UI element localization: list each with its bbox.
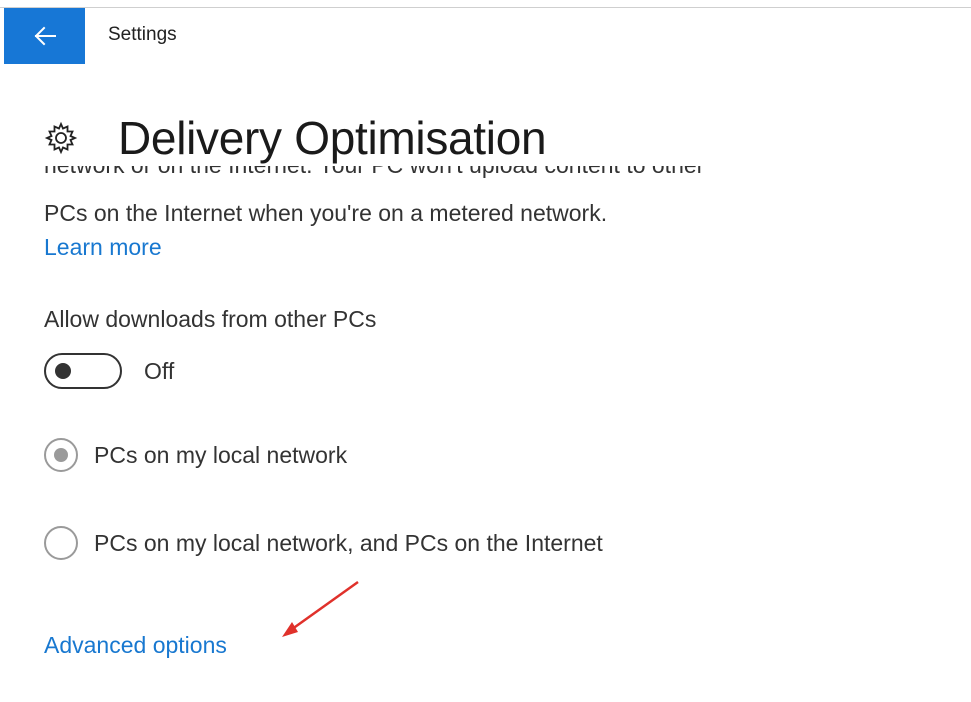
radio-button-selected[interactable] — [44, 438, 78, 472]
title-bar: Settings — [0, 8, 971, 64]
gear-icon — [44, 121, 78, 155]
cut-off-description-line: network or on the Internet. Your PC won'… — [44, 166, 704, 179]
toggle-state-label: Off — [144, 357, 175, 384]
page-title: Delivery Optimisation — [118, 112, 547, 164]
back-arrow-icon — [34, 26, 56, 46]
allow-downloads-toggle[interactable] — [44, 353, 122, 389]
allow-downloads-toggle-row: Off — [44, 353, 174, 389]
page-header: Delivery Optimisation — [44, 110, 547, 166]
app-title: Settings — [108, 24, 177, 45]
advanced-options-link[interactable]: Advanced options — [44, 632, 227, 659]
description-text: PCs on the Internet when you're on a met… — [44, 200, 608, 226]
annotation-arrow-icon — [282, 580, 359, 637]
learn-more-link[interactable]: Learn more — [44, 234, 162, 261]
back-button[interactable] — [4, 8, 85, 64]
radio-label-local-network: PCs on my local network — [94, 441, 348, 468]
radio-button-unselected[interactable] — [44, 526, 78, 560]
toggle-knob — [55, 363, 71, 379]
allow-downloads-label: Allow downloads from other PCs — [44, 306, 377, 332]
radio-local-and-internet[interactable]: PCs on my local network, and PCs on the … — [44, 526, 603, 560]
settings-content: network or on the Internet. Your PC won'… — [0, 166, 971, 702]
radio-label-local-and-internet: PCs on my local network, and PCs on the … — [94, 529, 603, 556]
radio-local-network[interactable]: PCs on my local network — [44, 438, 347, 472]
